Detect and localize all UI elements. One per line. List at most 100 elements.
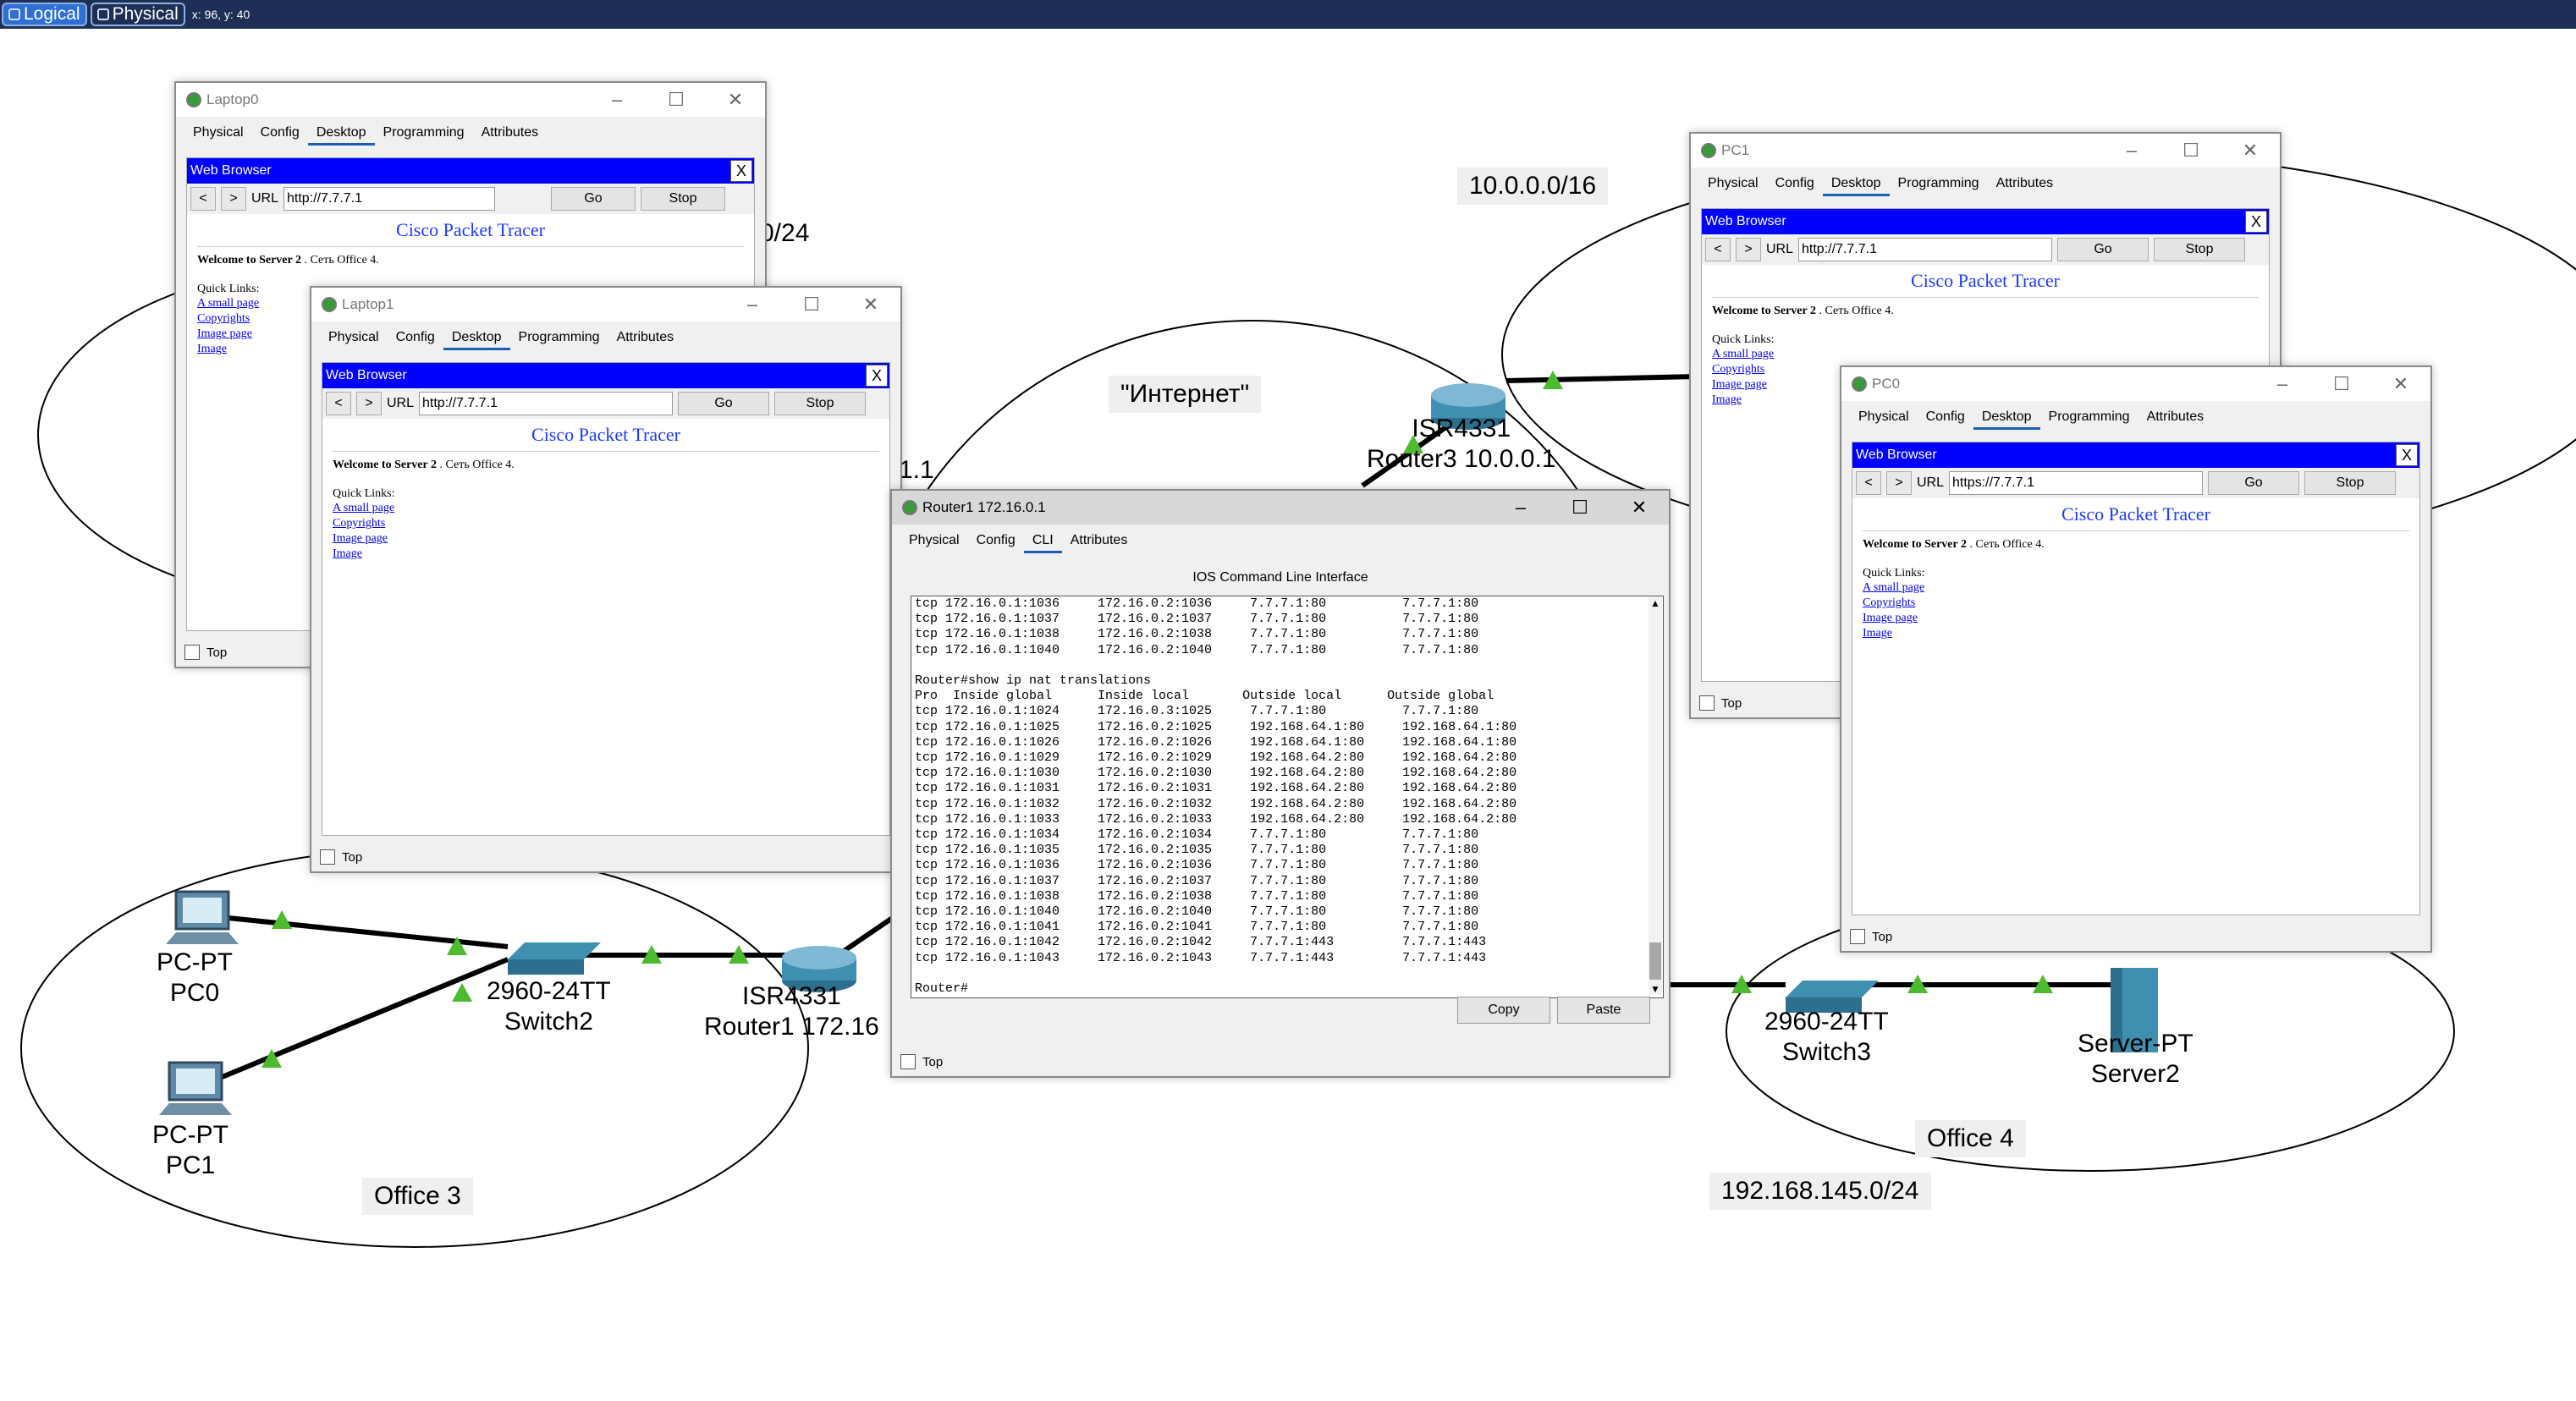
link-image[interactable]: Image (1863, 626, 2409, 641)
window-title: PC1 (1721, 142, 1750, 158)
close-icon[interactable]: ✕ (1610, 491, 1669, 525)
forward-button[interactable]: > (1736, 238, 1761, 261)
checkbox-icon[interactable] (184, 645, 200, 660)
tab-desktop[interactable]: Desktop (307, 122, 375, 146)
cli-scrollbar[interactable]: ▲ ▼ (1649, 597, 1662, 995)
tab-physical[interactable]: Physical (900, 530, 968, 553)
tab-attributes[interactable]: Attributes (1062, 530, 1137, 553)
back-button[interactable]: < (1856, 471, 1881, 495)
top-checkbox[interactable]: Top (320, 849, 362, 865)
minimize-icon[interactable]: – (587, 83, 647, 117)
physical-mode-button[interactable]: Physical (90, 3, 185, 26)
laptop0-titlebar[interactable]: Laptop0 – ☐ ✕ (176, 83, 765, 117)
maximize-icon[interactable]: ☐ (647, 83, 706, 117)
link-copyrights[interactable]: Copyrights (1863, 596, 2409, 611)
tab-physical[interactable]: Physical (184, 122, 252, 146)
browser-close-button[interactable]: X (2245, 211, 2267, 233)
top-checkbox[interactable]: Top (1699, 695, 1742, 711)
tab-config[interactable]: Config (388, 327, 443, 350)
browser-close-button[interactable]: X (2396, 444, 2418, 466)
laptop1-window[interactable]: Laptop1 – ☐ ✕ Physical Config Desktop Program… (310, 286, 902, 873)
tab-config[interactable]: Config (968, 530, 1024, 553)
tab-desktop[interactable]: Desktop (443, 327, 510, 350)
paste-button[interactable]: Paste (1557, 997, 1650, 1024)
browser-close-button[interactable]: X (866, 365, 888, 387)
router1-window[interactable]: Router1 172.16.0.1 – ☐ ✕ Physical Config CLI… (890, 489, 1671, 1078)
go-button[interactable]: Go (678, 392, 770, 415)
back-button[interactable]: < (190, 187, 216, 211)
close-icon[interactable]: ✕ (2221, 134, 2280, 168)
link-small-page[interactable]: A small page (333, 501, 879, 516)
tab-attributes[interactable]: Attributes (473, 122, 548, 146)
minimize-icon[interactable]: – (2253, 367, 2312, 401)
link-copyrights[interactable]: Copyrights (333, 516, 879, 531)
scroll-down-icon[interactable]: ▼ (1650, 983, 1660, 995)
copy-button[interactable]: Copy (1457, 997, 1550, 1024)
go-button[interactable]: Go (2208, 471, 2300, 495)
stop-button[interactable]: Stop (641, 187, 726, 211)
maximize-icon[interactable]: ☐ (1550, 491, 1610, 525)
tab-physical[interactable]: Physical (320, 327, 388, 350)
checkbox-icon[interactable] (1850, 929, 1865, 944)
logical-mode-button[interactable]: Logical (2, 3, 87, 26)
maximize-icon[interactable]: ☐ (2312, 367, 2371, 401)
stop-button[interactable]: Stop (2304, 471, 2397, 495)
tab-cli[interactable]: CLI (1023, 530, 1062, 553)
scroll-thumb[interactable] (1649, 942, 1661, 980)
link-image-page[interactable]: Image page (1863, 611, 2409, 626)
minimize-icon[interactable]: – (2102, 134, 2161, 168)
tab-programming[interactable]: Programming (2040, 406, 2138, 430)
minimize-icon[interactable]: – (1491, 491, 1550, 525)
tab-attributes[interactable]: Attributes (2138, 406, 2213, 430)
back-button[interactable]: < (326, 392, 351, 415)
maximize-icon[interactable]: ☐ (782, 288, 841, 321)
tab-desktop[interactable]: Desktop (1973, 406, 2040, 430)
pc1-titlebar[interactable]: PC1 – ☐ ✕ (1691, 134, 2280, 168)
laptop1-titlebar[interactable]: Laptop1 – ☐ ✕ (311, 288, 900, 321)
tab-programming[interactable]: Programming (375, 122, 473, 146)
tab-physical[interactable]: Physical (1699, 173, 1767, 196)
link-small-page[interactable]: A small page (1712, 347, 2259, 362)
top-checkbox[interactable]: Top (1850, 929, 1892, 944)
checkbox-icon[interactable] (900, 1054, 916, 1069)
url-input[interactable]: http://7.7.7.1 (1798, 238, 2053, 261)
tab-config[interactable]: Config (252, 122, 308, 146)
forward-button[interactable]: > (1886, 471, 1912, 495)
maximize-icon[interactable]: ☐ (2161, 134, 2221, 168)
top-checkbox[interactable]: Top (184, 645, 227, 660)
stop-button[interactable]: Stop (2154, 238, 2246, 261)
minimize-icon[interactable]: – (723, 288, 782, 321)
tab-programming[interactable]: Programming (510, 327, 608, 350)
url-input[interactable]: https://7.7.7.1 (1949, 471, 2204, 495)
tab-attributes[interactable]: Attributes (608, 327, 683, 350)
link-image[interactable]: Image (333, 547, 879, 562)
tab-config[interactable]: Config (1918, 406, 1973, 430)
close-icon[interactable]: ✕ (841, 288, 900, 321)
cli-console[interactable]: tcp 172.16.0.1:1036 172.16.0.2:1036 7.7.… (911, 596, 1664, 998)
go-button[interactable]: Go (2057, 238, 2149, 261)
browser-close-button[interactable]: X (730, 160, 752, 182)
checkbox-icon[interactable] (1699, 695, 1715, 711)
forward-button[interactable]: > (356, 392, 382, 415)
router1-titlebar[interactable]: Router1 172.16.0.1 – ☐ ✕ (892, 491, 1669, 525)
checkbox-icon[interactable] (320, 849, 335, 865)
go-button[interactable]: Go (551, 187, 636, 211)
tab-physical[interactable]: Physical (1850, 406, 1918, 430)
forward-button[interactable]: > (221, 187, 246, 211)
scroll-up-icon[interactable]: ▲ (1650, 597, 1660, 609)
close-icon[interactable]: ✕ (706, 83, 765, 117)
url-input[interactable]: http://7.7.7.1 (419, 392, 674, 415)
tab-config[interactable]: Config (1767, 173, 1823, 196)
pc0-titlebar[interactable]: PC0 – ☐ ✕ (1841, 367, 2430, 401)
close-icon[interactable]: ✕ (2371, 367, 2430, 401)
tab-programming[interactable]: Programming (1890, 173, 1988, 196)
tab-attributes[interactable]: Attributes (1988, 173, 2062, 196)
top-checkbox[interactable]: Top (900, 1054, 943, 1069)
back-button[interactable]: < (1705, 238, 1731, 261)
link-image-page[interactable]: Image page (333, 531, 879, 547)
url-input[interactable]: http://7.7.7.1 (283, 187, 496, 211)
link-small-page[interactable]: A small page (1863, 580, 2409, 596)
pc0-window[interactable]: PC0 – ☐ ✕ Physical Config Desktop Programming… (1840, 365, 2432, 953)
tab-desktop[interactable]: Desktop (1822, 173, 1890, 196)
stop-button[interactable]: Stop (774, 392, 867, 415)
